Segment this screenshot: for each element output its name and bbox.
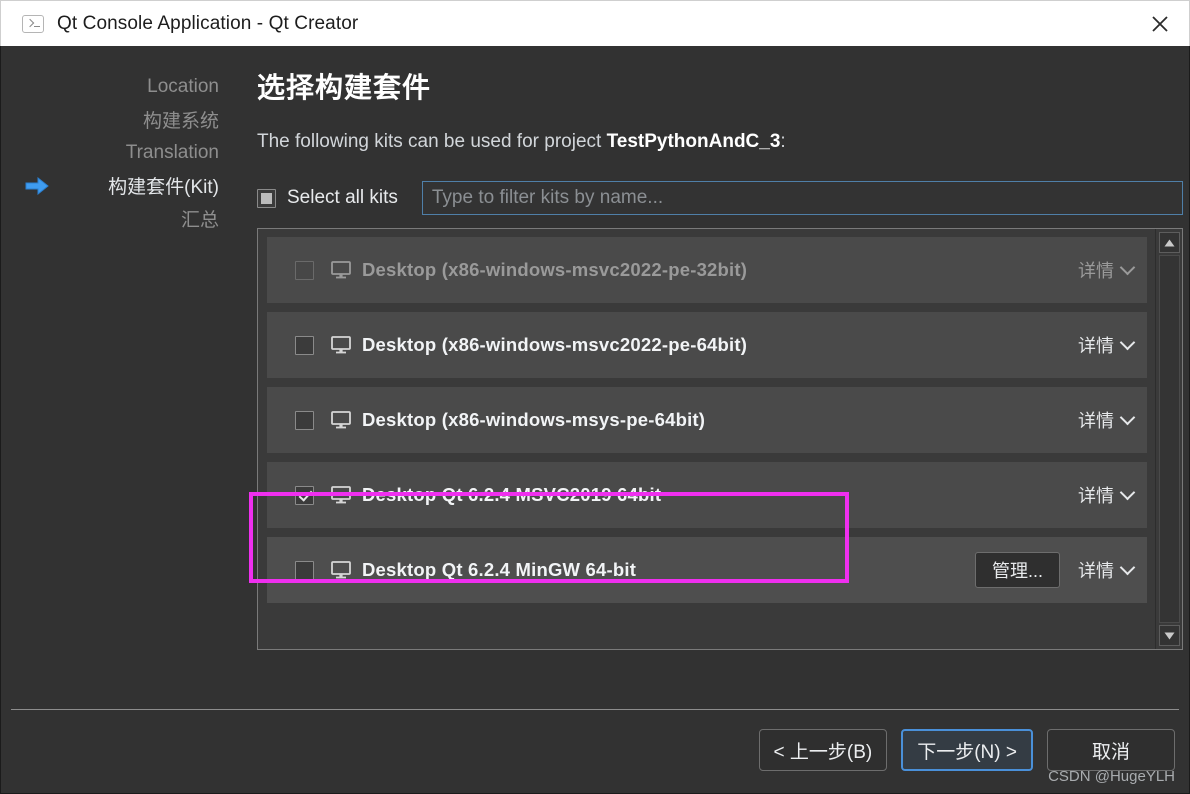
close-icon xyxy=(1152,15,1168,32)
kit-filter-input[interactable]: Type to filter kits by name... xyxy=(421,181,1183,215)
wizard-step-sidebar: Location 构建系统 Translation 构建套件(Kit) 汇总 xyxy=(1,70,237,235)
kit-filter-row: Select all kits Type to filter kits by n… xyxy=(257,181,1183,215)
wizard-footer: < 上一步(B) 下一步(N) > 取消 xyxy=(758,729,1175,771)
chevron-down-icon xyxy=(1119,559,1136,575)
sidebar-item-label: Location xyxy=(147,75,219,97)
kit-checkbox[interactable] xyxy=(295,410,314,430)
window-title: Qt Console Application - Qt Creator xyxy=(57,12,359,34)
sidebar-item-label: 构建套件(Kit) xyxy=(108,177,219,198)
kit-row-selected[interactable]: Desktop Qt 6.2.4 MSVC2019 64bit 详情 xyxy=(267,462,1147,528)
triangle-down-icon xyxy=(1164,632,1175,639)
scroll-up-button[interactable] xyxy=(1159,232,1180,253)
footer-separator xyxy=(11,709,1179,710)
kit-label: Desktop (x86-windows-msvc2022-pe-32bit) xyxy=(362,259,748,280)
kit-label: Desktop Qt 6.2.4 MinGW 64-bit xyxy=(362,559,637,580)
kit-label: Desktop (x86-windows-msys-pe-64bit) xyxy=(362,409,706,430)
sidebar-item-location: Location xyxy=(1,70,237,103)
page-subtitle-prefix: The following kits can be used for proje… xyxy=(257,131,607,152)
kit-details-toggle[interactable]: 详情 xyxy=(1078,557,1136,583)
kit-details-label: 详情 xyxy=(1078,261,1114,281)
sidebar-item-label: 汇总 xyxy=(180,210,219,231)
kit-details-label: 详情 xyxy=(1078,336,1114,356)
scrollbar-track[interactable] xyxy=(1159,255,1180,623)
manage-kits-button[interactable]: 管理... xyxy=(974,552,1060,588)
triangle-up-icon xyxy=(1164,239,1175,246)
kit-checkbox[interactable] xyxy=(295,560,314,580)
next-button[interactable]: 下一步(N) > xyxy=(901,729,1033,771)
desktop-monitor-icon xyxy=(331,411,351,429)
kit-details-label: 详情 xyxy=(1078,486,1114,506)
sidebar-item-build-system: 构建系统 xyxy=(1,103,237,136)
window-titlebar: Qt Console Application - Qt Creator xyxy=(0,0,1190,46)
cancel-button[interactable]: 取消 xyxy=(1047,729,1175,771)
current-step-arrow-icon xyxy=(25,176,49,195)
watermark: CSDN @HugeYLH xyxy=(1048,768,1175,785)
wizard-page: 选择构建套件 The following kits can be used fo… xyxy=(249,46,1190,794)
chevron-down-icon xyxy=(1119,334,1136,350)
kit-details-toggle[interactable]: 详情 xyxy=(1078,407,1136,433)
sidebar-item-label: Translation xyxy=(125,141,219,163)
chevron-down-icon xyxy=(1119,259,1136,275)
qt-creator-wizard-dialog: Qt Console Application - Qt Creator Loca… xyxy=(0,0,1190,794)
chevron-down-icon xyxy=(1119,484,1136,500)
kit-details-toggle[interactable]: 详情 xyxy=(1078,482,1136,508)
kit-checkbox[interactable] xyxy=(295,485,314,505)
select-all-kits-checkbox[interactable] xyxy=(257,188,276,208)
sidebar-item-kits: 构建套件(Kit) xyxy=(1,169,237,202)
next-button-label: 下一步(N) > xyxy=(917,741,1017,763)
page-subtitle-suffix: : xyxy=(780,131,786,152)
select-all-kits-label: Select all kits xyxy=(287,187,398,208)
kit-row[interactable]: Desktop (x86-windows-msys-pe-64bit) 详情 xyxy=(267,387,1147,453)
kit-list-scrollbar[interactable] xyxy=(1155,229,1182,649)
kit-row[interactable]: Desktop (x86-windows-msvc2022-pe-64bit) … xyxy=(267,312,1147,378)
scroll-down-button[interactable] xyxy=(1159,625,1180,646)
page-subtitle: The following kits can be used for proje… xyxy=(257,131,786,153)
back-button-label: < 上一步(B) xyxy=(773,741,873,763)
sidebar-item-translation: Translation xyxy=(1,136,237,169)
kit-list: Desktop (x86-windows-msvc2022-pe-32bit) … xyxy=(257,228,1183,650)
kit-checkbox[interactable] xyxy=(295,260,314,280)
dialog-content: Location 构建系统 Translation 构建套件(Kit) 汇总 选… xyxy=(0,46,1190,794)
desktop-monitor-icon xyxy=(331,486,351,504)
kit-filter-placeholder: Type to filter kits by name... xyxy=(431,187,664,208)
sidebar-item-summary: 汇总 xyxy=(1,202,237,235)
cancel-button-label: 取消 xyxy=(1091,741,1130,763)
kit-label: Desktop (x86-windows-msvc2022-pe-64bit) xyxy=(362,334,748,355)
desktop-monitor-icon xyxy=(331,261,351,279)
desktop-monitor-icon xyxy=(331,561,351,579)
back-button[interactable]: < 上一步(B) xyxy=(758,729,888,771)
kit-row[interactable]: Desktop Qt 6.2.4 MinGW 64-bit 管理... 详情 xyxy=(267,537,1147,603)
project-name: TestPythonAndC_3 xyxy=(606,131,781,152)
kit-checkbox[interactable] xyxy=(295,335,314,355)
kit-label: Desktop Qt 6.2.4 MSVC2019 64bit xyxy=(362,484,662,505)
sidebar-item-label: 构建系统 xyxy=(142,111,219,132)
kit-details-toggle[interactable]: 详情 xyxy=(1078,332,1136,358)
kit-row[interactable]: Desktop (x86-windows-msvc2022-pe-32bit) … xyxy=(267,237,1147,303)
kit-details-toggle[interactable]: 详情 xyxy=(1078,257,1136,283)
kit-list-viewport: Desktop (x86-windows-msvc2022-pe-32bit) … xyxy=(258,229,1155,649)
chevron-down-icon xyxy=(1119,409,1136,425)
console-icon xyxy=(22,14,44,33)
kit-details-label: 详情 xyxy=(1078,411,1114,431)
desktop-monitor-icon xyxy=(331,336,351,354)
page-title: 选择构建套件 xyxy=(257,72,432,103)
close-window-button[interactable] xyxy=(1131,1,1189,46)
kit-details-label: 详情 xyxy=(1078,561,1114,581)
